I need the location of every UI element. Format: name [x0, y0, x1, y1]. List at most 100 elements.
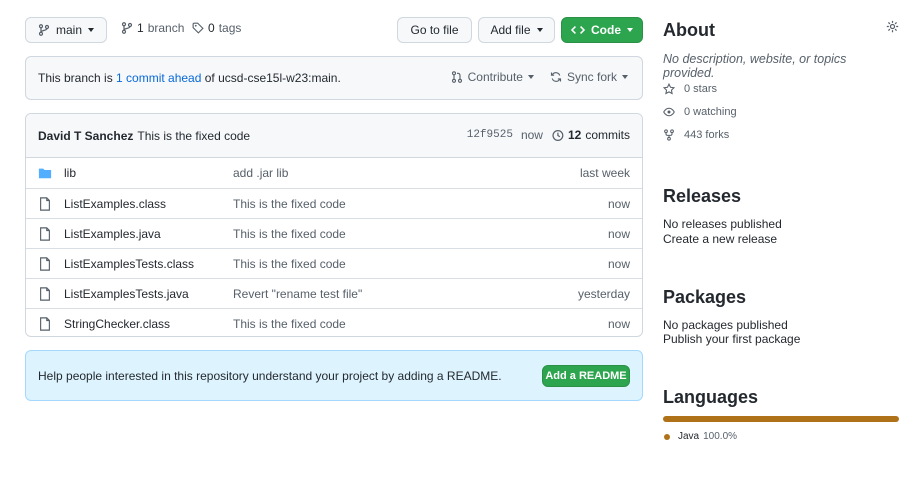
file-commit-message[interactable]: This is the fixed code	[233, 317, 346, 331]
sync-fork-button[interactable]: Sync fork	[550, 70, 628, 84]
branch-icon	[121, 22, 133, 34]
commit-message[interactable]: This is the fixed code	[137, 129, 250, 143]
readme-banner: Help people interested in this repositor…	[25, 350, 643, 401]
tags-label: tags	[218, 21, 242, 35]
languages-heading: Languages	[663, 387, 759, 407]
fork-icon	[664, 129, 674, 141]
commit-time: now	[520, 128, 543, 142]
commits-history-link[interactable]: 12 commits	[551, 128, 630, 142]
packages-empty-text: No packages published	[663, 318, 788, 332]
releases-empty-text: No releases published	[663, 217, 782, 231]
latest-commit-bar: David T Sanchez This is the fixed code 1…	[26, 114, 642, 158]
file-name[interactable]: ListExamplesTests.java	[64, 287, 189, 301]
language-color-dot	[664, 433, 670, 440]
caret-icon	[88, 28, 94, 32]
add-file-button[interactable]: Add file	[478, 17, 555, 43]
file-row[interactable]: ListExamplesTests.java Revert "rename te…	[26, 278, 642, 308]
history-icon	[552, 129, 564, 141]
tags-link[interactable]: 0 tags	[192, 21, 241, 35]
commit-author[interactable]: David T Sanchez	[38, 129, 133, 143]
file-icon	[40, 287, 50, 301]
status-prefix: This branch is	[38, 71, 117, 85]
folder-icon	[38, 168, 52, 179]
language-bar-java	[663, 416, 899, 422]
about-heading: About	[663, 20, 715, 40]
caret-icon	[536, 28, 543, 32]
tags-count: 0	[208, 21, 215, 35]
tag-icon	[192, 22, 204, 34]
add-readme-button[interactable]: Add a README	[542, 365, 630, 387]
file-name[interactable]: lib	[64, 166, 76, 180]
sync-icon	[550, 72, 562, 82]
file-row[interactable]: ListExamplesTests.class This is the fixe…	[26, 248, 642, 278]
file-list: lib add .jar lib last week ListExamples.…	[26, 158, 642, 336]
star-icon	[663, 83, 675, 95]
file-name[interactable]: ListExamples.class	[64, 197, 166, 211]
packages-heading[interactable]: Packages	[663, 287, 899, 308]
branch-status-text: This branch is 1 commit ahead of ucsd-cs…	[38, 71, 341, 85]
file-row[interactable]: StringChecker.class This is the fixed co…	[26, 308, 642, 336]
add-readme-label: Add a README	[545, 370, 627, 382]
file-commit-message[interactable]: This is the fixed code	[233, 197, 346, 211]
file-icon	[40, 227, 50, 241]
stars-link[interactable]: 0 stars	[663, 83, 717, 95]
create-release-link[interactable]: Create a new release	[663, 232, 899, 246]
file-icon	[40, 257, 50, 271]
file-commit-message[interactable]: This is the fixed code	[233, 257, 346, 271]
add-file-label: Add file	[490, 23, 531, 37]
watching-link[interactable]: 0 watching	[663, 106, 737, 118]
branch-icon	[38, 24, 50, 36]
file-age: now	[607, 196, 630, 211]
contribute-label: Contribute	[467, 70, 523, 84]
file-name[interactable]: ListExamplesTests.class	[64, 257, 194, 271]
go-to-file-label: Go to file	[410, 23, 459, 37]
about-description: No description, website, or topics provi…	[663, 52, 847, 80]
file-age: now	[607, 226, 630, 241]
publish-package-link[interactable]: Publish your first package	[663, 332, 899, 346]
status-suffix: of ucsd-cse15l-w23:main.	[201, 71, 341, 85]
branches-label: branch	[147, 21, 185, 35]
branches-link[interactable]: 1 branch	[121, 21, 184, 35]
sync-fork-label: Sync fork	[566, 70, 617, 84]
caret-icon	[527, 75, 534, 79]
forks-link[interactable]: 443 forks	[663, 129, 729, 141]
caret-icon	[627, 28, 633, 32]
commits-ahead-link[interactable]: 1 commit ahead	[116, 71, 201, 85]
file-row[interactable]: ListExamples.class This is the fixed cod…	[26, 188, 642, 218]
contribute-button[interactable]: Contribute	[451, 70, 534, 84]
branch-status-bar: This branch is 1 commit ahead of ucsd-cs…	[25, 56, 643, 100]
go-to-file-button[interactable]: Go to file	[397, 17, 472, 43]
file-icon	[40, 197, 50, 211]
language-percent: 100.0%	[703, 431, 738, 442]
readme-banner-text: Help people interested in this repositor…	[38, 368, 502, 383]
file-icon	[40, 317, 50, 331]
file-name[interactable]: StringChecker.class	[64, 317, 170, 331]
eye-icon	[663, 107, 675, 117]
file-age: now	[607, 316, 630, 331]
code-icon	[571, 26, 585, 34]
file-commit-message[interactable]: add .jar lib	[233, 166, 288, 180]
watching-count: 0 watching	[684, 106, 737, 118]
forks-count: 443 forks	[684, 129, 730, 141]
file-age: now	[607, 256, 630, 271]
file-commit-message[interactable]: This is the fixed code	[233, 227, 346, 241]
file-row[interactable]: lib add .jar lib last week	[26, 158, 642, 188]
file-age: last week	[579, 166, 630, 180]
file-name[interactable]: ListExamples.java	[64, 227, 161, 241]
pr-icon	[451, 71, 462, 83]
language-name: Java	[678, 431, 700, 442]
file-commit-message[interactable]: Revert "rename test file"	[233, 287, 362, 301]
code-label: Code	[591, 23, 621, 37]
gear-icon[interactable]	[886, 20, 899, 33]
code-button[interactable]: Code	[561, 17, 643, 43]
language-bar	[663, 416, 899, 422]
branches-count: 1	[137, 21, 144, 35]
branch-select-button[interactable]: main	[25, 17, 107, 43]
releases-heading[interactable]: Releases	[663, 186, 899, 207]
file-age: yesterday	[577, 286, 630, 301]
language-item[interactable]: Java 100.0%	[664, 431, 737, 442]
file-row[interactable]: ListExamples.java This is the fixed code…	[26, 218, 642, 248]
commit-sha[interactable]: 12f9525	[467, 129, 513, 141]
branch-name: main	[55, 23, 82, 37]
stars-count: 0 stars	[684, 83, 718, 95]
